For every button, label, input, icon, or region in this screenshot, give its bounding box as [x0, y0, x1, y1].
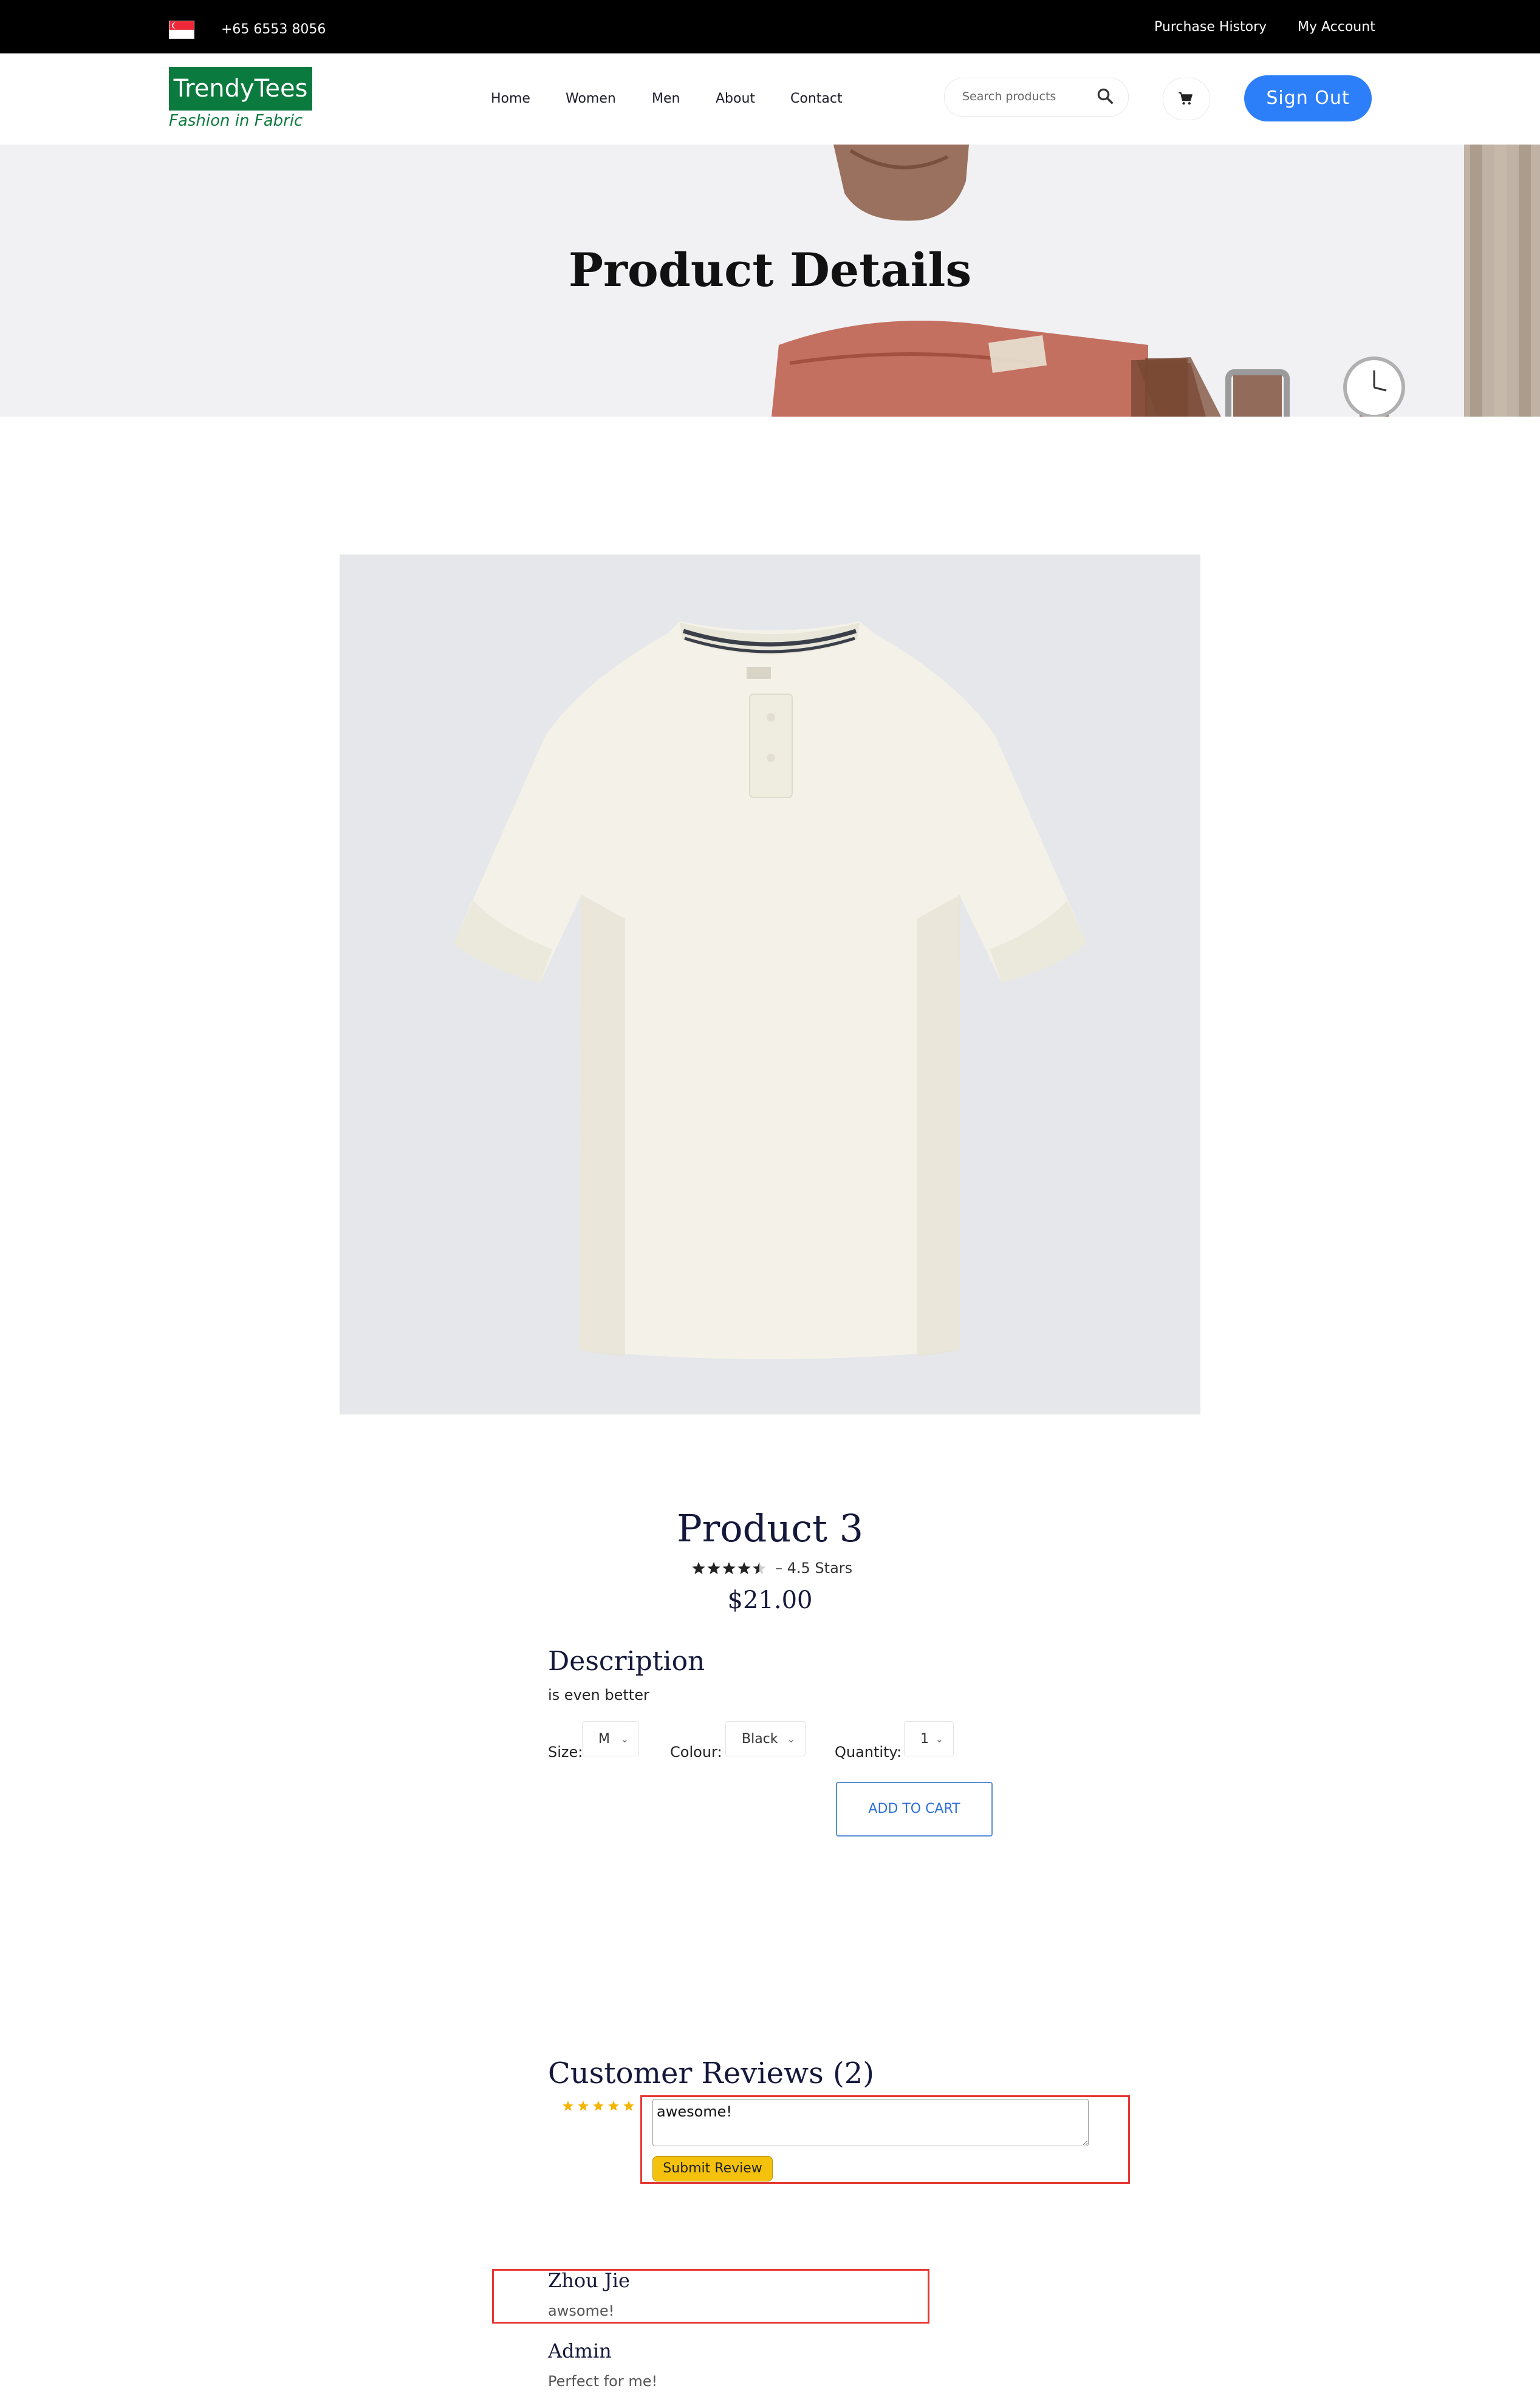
- page-title: Product Details: [568, 243, 972, 297]
- quantity-label: Quantity:: [835, 1744, 902, 1761]
- phone-number: +65 6553 8056: [221, 22, 326, 37]
- colour-label: Colour:: [670, 1744, 722, 1761]
- review-textarea[interactable]: awesome!: [652, 2099, 1089, 2146]
- product-image: [340, 554, 1200, 1414]
- sign-out-button[interactable]: Sign Out: [1244, 75, 1372, 121]
- colour-value: Black: [742, 1731, 778, 1747]
- tshirt-image: [340, 554, 1200, 1414]
- colour-select[interactable]: Black ⌄: [725, 1721, 806, 1756]
- add-to-cart-button[interactable]: ADD TO CART: [836, 1782, 993, 1837]
- quantity-select[interactable]: 1 ⌄: [904, 1721, 954, 1756]
- chevron-down-icon: ⌄: [787, 1733, 795, 1745]
- reviews-heading: Customer Reviews (2): [548, 2056, 874, 2090]
- product-price: $21.00: [727, 1586, 813, 1614]
- size-label: Size:: [548, 1744, 583, 1761]
- review-text: awsome!: [548, 2302, 615, 2319]
- brand-logo[interactable]: TrendyTees: [169, 67, 312, 111]
- nav-women[interactable]: Women: [566, 90, 616, 108]
- review-author: Admin: [548, 2339, 612, 2362]
- nav-about[interactable]: About: [716, 90, 755, 108]
- size-select[interactable]: M ⌄: [582, 1721, 639, 1756]
- search-input[interactable]: [962, 87, 1090, 106]
- quantity-value: 1: [920, 1731, 929, 1747]
- brand-tagline: Fashion in Fabric: [169, 112, 303, 130]
- description-heading: Description: [548, 1646, 705, 1677]
- nav-men[interactable]: Men: [652, 90, 680, 108]
- cart-icon[interactable]: [1177, 90, 1194, 107]
- rating-stars-icon: [692, 1562, 766, 1574]
- singapore-flag-icon: [169, 21, 194, 39]
- rating-text: – 4.5 Stars: [775, 1560, 853, 1577]
- nav-contact[interactable]: Contact: [790, 90, 843, 108]
- my-account-link[interactable]: My Account: [1298, 18, 1375, 36]
- search-icon[interactable]: [1096, 87, 1114, 105]
- size-value: M: [598, 1731, 610, 1747]
- description-text: is even better: [548, 1687, 649, 1704]
- purchase-history-link[interactable]: Purchase History: [1154, 18, 1267, 36]
- review-star-rating-input[interactable]: [562, 2098, 638, 2113]
- product-name: Product 3: [676, 1506, 864, 1550]
- submit-review-button[interactable]: Submit Review: [652, 2156, 773, 2181]
- chevron-down-icon: ⌄: [620, 1733, 629, 1745]
- nav-home[interactable]: Home: [491, 90, 530, 108]
- chevron-down-icon: ⌄: [935, 1733, 943, 1745]
- review-author: Zhou Jie: [548, 2269, 630, 2292]
- review-text: Perfect for me!: [548, 2373, 658, 2390]
